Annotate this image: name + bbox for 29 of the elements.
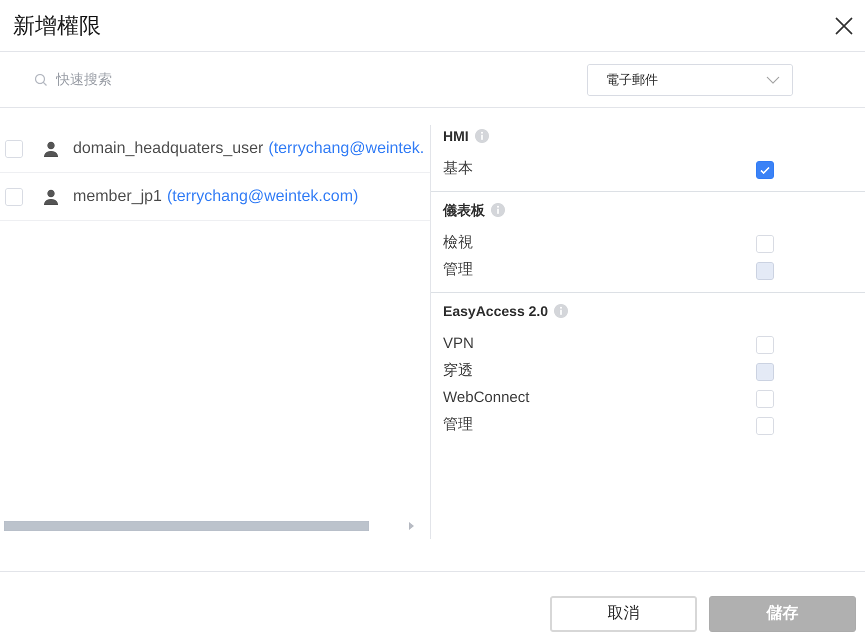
user-checkbox[interactable] (5, 140, 23, 158)
person-icon (43, 140, 59, 156)
permission-label: 檢視 (443, 233, 473, 254)
filter-dropdown[interactable]: 電子郵件 (587, 64, 793, 96)
user-email: (terrychang@weintek.com) (166, 186, 358, 206)
user-name: domain_headquaters_user (73, 138, 264, 158)
section-title: EasyAccess 2.0 (443, 302, 548, 321)
permission-label: 穿透 (443, 361, 473, 382)
permission-label: VPN (443, 334, 474, 354)
info-icon[interactable] (491, 203, 505, 217)
dialog-title: 新增權限 (13, 12, 101, 40)
user-name: member_jp1 (73, 186, 162, 206)
info-icon[interactable] (554, 304, 568, 318)
person-icon (43, 188, 59, 204)
chevron-down-icon (766, 76, 780, 84)
section-title: 儀表板 (443, 200, 485, 220)
close-icon (834, 16, 854, 36)
user-checkbox[interactable] (5, 188, 23, 206)
search-icon (34, 72, 48, 86)
section-title: HMI (443, 126, 469, 146)
permission-checkbox[interactable] (756, 160, 774, 178)
info-icon[interactable] (474, 129, 489, 143)
permission-label: 基本 (443, 159, 473, 180)
permission-label: WebConnect (443, 388, 530, 408)
permission-label: 管理 (443, 415, 473, 436)
dialog-button[interactable]: 取消 (550, 596, 697, 632)
permission-label: 管理 (443, 260, 473, 280)
user-email: (terrychang@weintek. (268, 138, 424, 158)
scroll-right-icon[interactable] (409, 522, 414, 530)
